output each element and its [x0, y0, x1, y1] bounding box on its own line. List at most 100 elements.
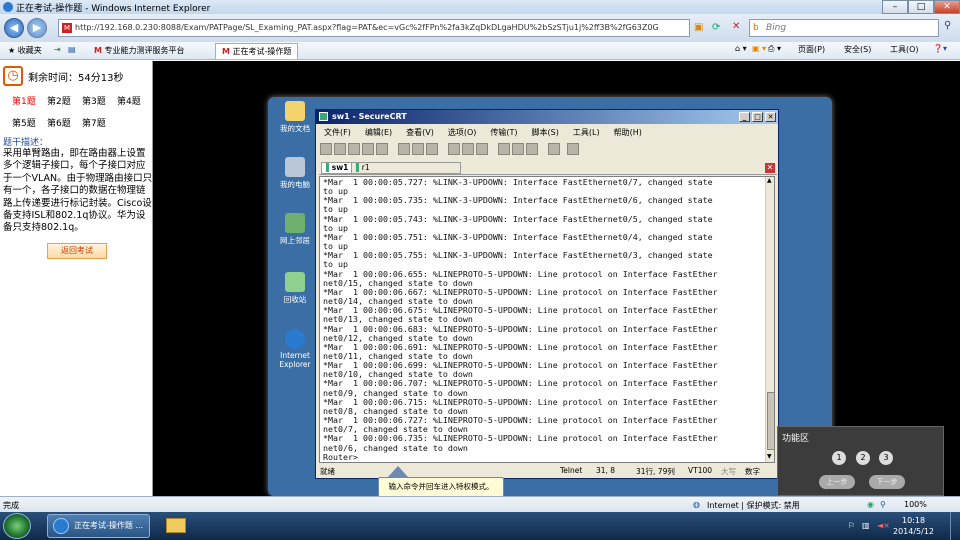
securecrt-menu: 文件(F) 编辑(E) 查看(V) 选项(O) 传输(T) 脚本(S) 工具(L) 帮助(H) — [324, 127, 656, 138]
minimize-button[interactable]: – — [882, 0, 908, 14]
start-button[interactable] — [3, 513, 31, 539]
terminal-scrollbar[interactable]: ▲ ▼ — [765, 177, 774, 462]
menu-help[interactable]: 帮助(H) — [614, 128, 642, 137]
hint-tooltip: 输入命令并回车进入特权模式。 — [378, 477, 504, 497]
close-button[interactable]: ✕ — [934, 0, 960, 14]
crt-minimize-button[interactable]: _ — [739, 112, 750, 122]
print-icon[interactable] — [447, 143, 460, 155]
securecrt-title-bar: sw1 - SecureCRT _ □ ✕ — [316, 110, 778, 124]
desktop-icon-my-computer[interactable]: 我的电脑 — [277, 157, 313, 190]
tab-platform[interactable]: M 专业能力测评服务平台 — [88, 43, 191, 59]
menu-script[interactable]: 脚本(S) — [532, 128, 559, 137]
tray-network-icon[interactable]: ▥ — [862, 521, 870, 530]
scrollbar-thumb[interactable] — [767, 392, 774, 450]
prev-step-button[interactable]: 上一步 — [819, 475, 855, 489]
question-link-6[interactable]: 第6题 — [47, 116, 71, 129]
url-field[interactable]: M http://192.168.0.230:8088/Exam/PATPage… — [58, 19, 690, 37]
question-link-7[interactable]: 第7题 — [82, 116, 106, 129]
copy-icon[interactable] — [397, 143, 410, 155]
connect-tab-icon[interactable] — [348, 143, 360, 155]
compat-icon[interactable]: ▣ — [694, 22, 703, 33]
desktop-icon-recycle-bin[interactable]: 回收站 — [277, 272, 313, 305]
desktop-icon-my-documents[interactable]: 我的文档 — [277, 101, 313, 134]
add-favorite-icon[interactable]: ⇥ — [54, 45, 61, 54]
home-icon[interactable]: ⌂ ▾ — [735, 44, 747, 53]
terminal[interactable]: *Mar 1 00:00:05.727: %LINK-3-UPDOWN: Int… — [319, 176, 775, 463]
status-num: 数字 — [745, 467, 760, 476]
print-icon[interactable]: ⎙ ▾ — [768, 44, 781, 54]
scroll-down-icon[interactable]: ▼ — [767, 453, 772, 460]
show-desktop-button[interactable] — [950, 512, 960, 540]
clock[interactable]: 10:18 2014/5/12 — [893, 515, 934, 537]
taskbar-ie-button[interactable]: 正在考试-操作题 ... — [47, 514, 150, 538]
question-link-1[interactable]: 第1题 — [12, 94, 36, 107]
print-setup-icon[interactable] — [461, 143, 474, 155]
suggested-sites-icon[interactable]: ▤ — [68, 45, 76, 54]
zoom-level[interactable]: 100% — [904, 500, 927, 509]
question-link-4[interactable]: 第4题 — [117, 94, 141, 107]
favorites-button[interactable]: ★ 收藏夹 — [2, 43, 48, 59]
forward-icon[interactable]: ▶ — [27, 18, 47, 38]
page-menu[interactable]: 页面(P) — [798, 44, 825, 55]
menu-view[interactable]: 查看(V) — [406, 128, 434, 137]
menu-transfer[interactable]: 传输(T) — [490, 128, 517, 137]
feeds-icon[interactable]: ▣ ▾ — [752, 44, 766, 53]
favorites-bar: ★ 收藏夹 ⇥ ▤ M 专业能力测评服务平台 M 正在考试-操作题 ⌂ ▾ ▣ … — [0, 42, 960, 60]
menu-options[interactable]: 选项(O) — [448, 128, 477, 137]
reconnect-icon[interactable] — [362, 143, 374, 155]
tab-exam[interactable]: M 正在考试-操作题 — [215, 43, 299, 59]
zoom-icon[interactable]: ⚲ — [880, 500, 886, 509]
tray-volume-icon[interactable]: ◄× — [877, 521, 890, 530]
question-link-5[interactable]: 第5题 — [12, 116, 36, 129]
print-selection-icon[interactable] — [475, 143, 488, 155]
connect-icon[interactable] — [320, 143, 332, 155]
bing-icon: b — [753, 23, 759, 33]
taskbar-explorer-button[interactable] — [160, 514, 190, 538]
scroll-up-icon[interactable]: ▲ — [767, 177, 772, 184]
next-step-button[interactable]: 下一步 — [869, 475, 905, 489]
step-2-button[interactable]: 2 — [856, 451, 870, 465]
status-rowcol: 31行, 79列 — [636, 467, 675, 476]
return-exam-button[interactable]: 返回考试 — [47, 243, 107, 259]
menu-tools[interactable]: 工具(L) — [573, 128, 600, 137]
desktop-icon-ie[interactable]: Internet Explorer — [277, 329, 313, 369]
question-link-2[interactable]: 第2题 — [47, 94, 71, 107]
step-3-button[interactable]: 3 — [879, 451, 893, 465]
safety-menu[interactable]: 安全(S) — [844, 44, 871, 55]
desktop-icon-label: 我的电脑 — [280, 180, 310, 189]
stop-icon[interactable]: ✕ — [732, 21, 740, 32]
help-icon[interactable] — [547, 143, 560, 155]
search-icon[interactable]: ⚲ — [944, 20, 951, 31]
folder-icon — [285, 101, 305, 121]
paste-icon[interactable] — [411, 143, 424, 155]
session-tabs: ▌sw1 ▌r1 — [319, 161, 777, 175]
close-tab-icon[interactable]: ✕ — [765, 163, 775, 173]
tab-exam-label: 正在考试-操作题 — [232, 47, 292, 56]
back-icon[interactable]: ◀ — [4, 18, 24, 38]
ie-title-bar: 正在考试-操作题 - Windows Internet Explorer – □… — [0, 0, 960, 14]
keymap-icon[interactable] — [525, 143, 538, 155]
search-field[interactable]: b Bing — [749, 19, 939, 37]
tray-flag-icon[interactable]: ⚐ — [848, 521, 855, 530]
disconnect-icon[interactable] — [376, 143, 388, 155]
crt-maximize-button[interactable]: □ — [752, 112, 763, 122]
menu-edit[interactable]: 编辑(E) — [365, 128, 392, 137]
maximize-button[interactable]: □ — [908, 0, 934, 14]
menu-file[interactable]: 文件(F) — [324, 128, 351, 137]
find-icon[interactable] — [425, 143, 438, 155]
toolbar-more-icon[interactable] — [566, 143, 579, 155]
session-options-icon[interactable] — [497, 143, 510, 155]
globe-icon: ◍ — [693, 500, 700, 509]
question-link-3[interactable]: 第3题 — [82, 94, 106, 107]
refresh-icon[interactable]: ⟳ — [712, 22, 720, 33]
global-options-icon[interactable] — [511, 143, 524, 155]
quick-connect-icon[interactable] — [334, 143, 346, 155]
tools-menu[interactable]: 工具(O) — [890, 44, 919, 55]
tab-r1[interactable]: ▌r1 — [351, 162, 461, 174]
desktop-icon-network[interactable]: 网上邻居 — [277, 213, 313, 246]
crt-close-button[interactable]: ✕ — [765, 112, 776, 122]
tab-sw1[interactable]: ▌sw1 — [321, 162, 354, 174]
lock-icon[interactable]: ◉ — [867, 500, 874, 509]
help-icon[interactable]: ❓▾ — [933, 44, 947, 53]
step-1-button[interactable]: 1 — [832, 451, 846, 465]
